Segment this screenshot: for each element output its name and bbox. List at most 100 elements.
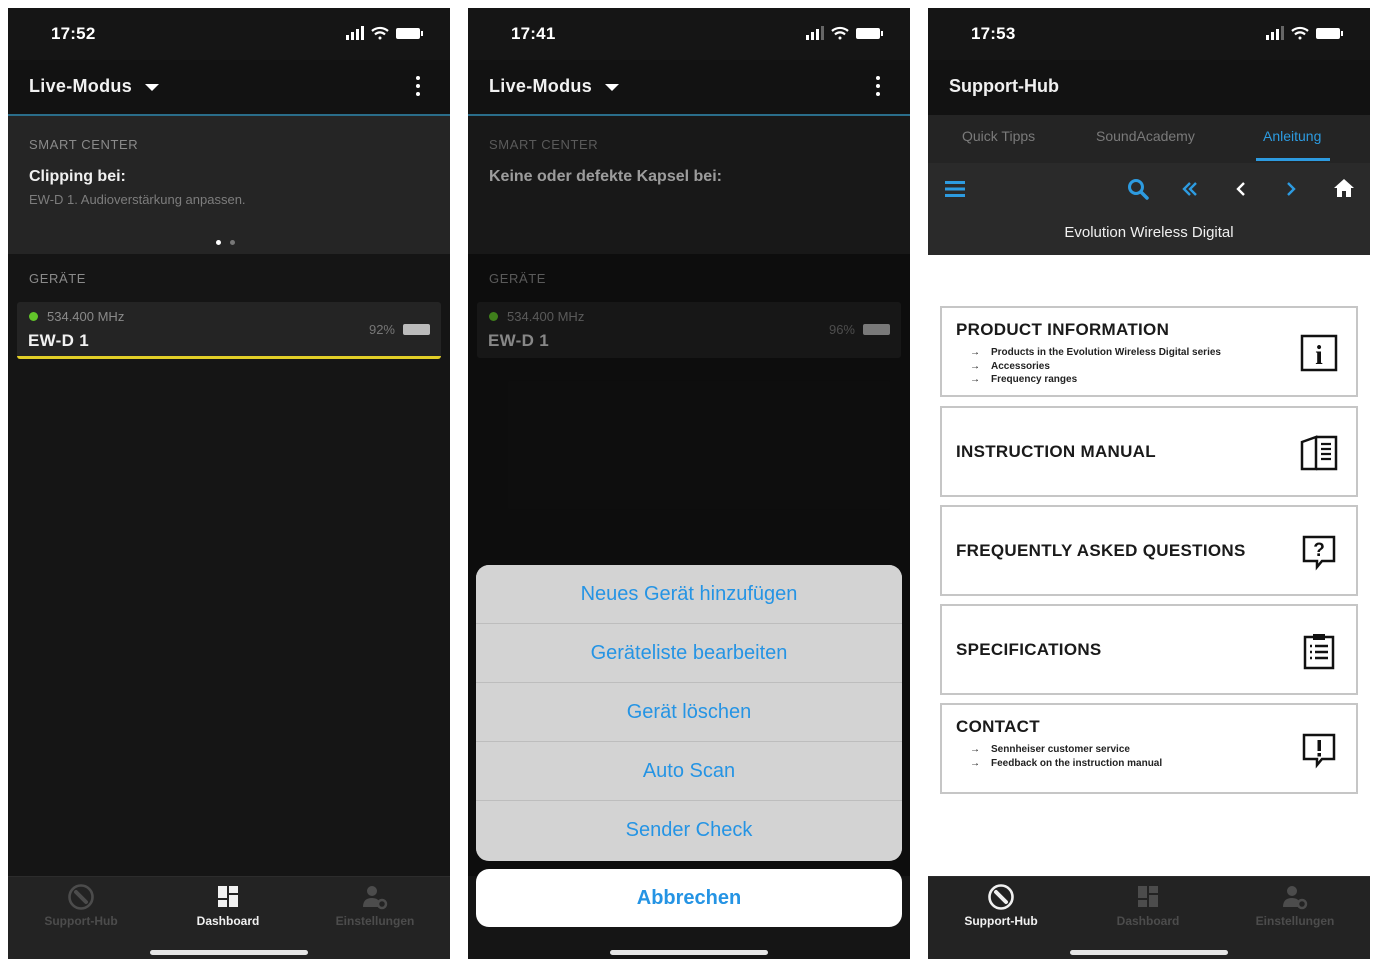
action-delete-device[interactable]: Gerät löschen [476, 683, 902, 742]
battery-icon [1316, 28, 1343, 39]
mode-selector-label[interactable]: Live-Modus [489, 76, 592, 97]
battery-icon [396, 28, 423, 39]
status-bar: 17:41 [468, 8, 910, 60]
more-vert-icon[interactable] [872, 76, 884, 100]
list-item[interactable]: Frequency ranges [970, 373, 1221, 387]
app-bar: Live-Modus [8, 60, 450, 115]
first-page-icon[interactable] [1182, 181, 1198, 197]
status-bar: 17:52 [8, 8, 450, 60]
list-item[interactable]: Accessories [970, 360, 1221, 374]
home-indicator [150, 950, 308, 955]
device-name: EW-D 1 [28, 331, 89, 350]
wifi-icon [1291, 26, 1309, 40]
tab-support-hub[interactable]: Support-Hub [941, 883, 1061, 928]
home-icon[interactable] [1333, 178, 1355, 198]
status-time: 17:41 [511, 24, 556, 43]
tab-bar: Support-Hub Dashboard Einstellungen [8, 876, 450, 959]
manual-content: PRODUCT INFORMATION Products in the Evol… [928, 255, 1370, 876]
card-specifications[interactable]: SPECIFICATIONS [940, 604, 1358, 695]
card-instruction-manual[interactable]: INSTRUCTION MANUAL [940, 406, 1358, 497]
card-faq[interactable]: FREQUENTLY ASKED QUESTIONS ? [940, 505, 1358, 596]
home-indicator [610, 950, 768, 955]
tab-label: Support-Hub [964, 914, 1038, 928]
svg-text:i: i [1315, 340, 1323, 370]
action-sheet: Neues Gerät hinzufügen Geräteliste bearb… [476, 565, 902, 861]
more-vert-icon[interactable] [412, 76, 424, 100]
tab-support-hub[interactable]: Support-Hub [21, 883, 141, 928]
signal-icon [1266, 26, 1284, 40]
signal-icon [806, 26, 824, 40]
wifi-icon [371, 26, 389, 40]
action-add-device[interactable]: Neues Gerät hinzufügen [476, 565, 902, 624]
phone-screen-support-hub: 17:53 Support-Hub Quick Tipps SoundAcade… [928, 8, 1370, 959]
tab-anleitung[interactable]: Anleitung [1263, 128, 1321, 144]
status-bar: 17:53 [928, 8, 1370, 60]
book-icon [1300, 435, 1338, 471]
caret-down-icon[interactable] [145, 84, 159, 91]
card-title: PRODUCT INFORMATION [956, 320, 1170, 339]
question-icon: ? [1302, 535, 1336, 571]
tab-dashboard[interactable]: Dashboard [168, 883, 288, 928]
tab-label: Support-Hub [44, 914, 118, 928]
status-time: 17:52 [51, 24, 96, 43]
tab-bar: Support-Hub Dashboard Einstellungen [928, 876, 1370, 959]
dashboard-icon [218, 886, 238, 907]
tab-label: Einstellungen [335, 914, 415, 928]
tab-label: Einstellungen [1255, 914, 1335, 928]
signal-icon [346, 26, 364, 40]
clipboard-icon [1303, 634, 1335, 670]
card-title: SPECIFICATIONS [956, 640, 1102, 659]
smart-headline: Clipping bei: [29, 168, 126, 185]
previous-page-icon[interactable] [1235, 181, 1247, 197]
card-contact[interactable]: CONTACT Sennheiser customer service Feed… [940, 703, 1358, 794]
active-tab-indicator [1256, 158, 1330, 161]
list-item[interactable]: Products in the Evolution Wireless Digit… [970, 346, 1221, 360]
battery-icon [403, 324, 430, 335]
card-title: FREQUENTLY ASKED QUESTIONS [956, 541, 1246, 560]
app-bar: Live-Modus [468, 60, 910, 115]
status-icons [346, 26, 423, 40]
manual-banner: Evolution Wireless Digital [928, 213, 1370, 255]
action-auto-scan[interactable]: Auto Scan [476, 742, 902, 801]
exclamation-icon [1302, 733, 1336, 769]
mode-selector-label[interactable]: Live-Modus [29, 76, 132, 97]
tab-label: Dashboard [1116, 914, 1180, 928]
next-page-icon[interactable] [1285, 181, 1297, 197]
search-icon[interactable] [1127, 178, 1149, 200]
compass-icon [988, 884, 1014, 910]
tab-quick-tipps[interactable]: Quick Tipps [962, 128, 1035, 144]
info-icon: i [1300, 334, 1338, 372]
tab-settings[interactable]: Einstellungen [315, 883, 435, 928]
wifi-icon [831, 26, 849, 40]
card-product-information[interactable]: PRODUCT INFORMATION Products in the Evol… [940, 306, 1358, 397]
smart-center-label: SMART CENTER [29, 137, 139, 152]
tab-label: Dashboard [196, 914, 260, 928]
action-edit-device-list[interactable]: Geräteliste bearbeiten [476, 624, 902, 683]
status-icons [1266, 26, 1343, 40]
action-sender-check[interactable]: Sender Check [476, 801, 902, 860]
list-item[interactable]: Feedback on the instruction manual [970, 757, 1162, 771]
phone-screen-action-sheet: 17:41 Live-Modus SMART CENTER Keine oder… [468, 8, 910, 959]
status-time: 17:53 [971, 24, 1016, 43]
page-title: Support-Hub [949, 76, 1059, 96]
compass-icon [68, 884, 94, 910]
device-frequency: 534.400 MHz [47, 309, 125, 324]
card-list: Products in the Evolution Wireless Digit… [970, 346, 1221, 387]
phone-screen-dashboard: 17:52 Live-Modus SMART CENTER Clipping b… [8, 8, 450, 959]
tab-soundacademy[interactable]: SoundAcademy [1096, 128, 1195, 144]
menu-icon[interactable] [945, 180, 965, 198]
card-list: Sennheiser customer service Feedback on … [970, 743, 1162, 770]
home-indicator [1070, 950, 1228, 955]
sub-tab-bar: Quick Tipps SoundAcademy Anleitung [928, 115, 1370, 163]
card-title: INSTRUCTION MANUAL [956, 442, 1156, 461]
tab-dashboard[interactable]: Dashboard [1088, 883, 1208, 928]
device-item[interactable]: 534.400 MHz EW-D 1 92% [17, 302, 441, 359]
cancel-button[interactable]: Abbrechen [476, 869, 902, 927]
list-item[interactable]: Sennheiser customer service [970, 743, 1162, 757]
dashboard-icon [1138, 886, 1158, 907]
caret-down-icon[interactable] [605, 84, 619, 91]
battery-icon [856, 28, 883, 39]
status-icons [806, 26, 883, 40]
tab-settings[interactable]: Einstellungen [1235, 883, 1355, 928]
user-settings-icon [363, 886, 388, 910]
